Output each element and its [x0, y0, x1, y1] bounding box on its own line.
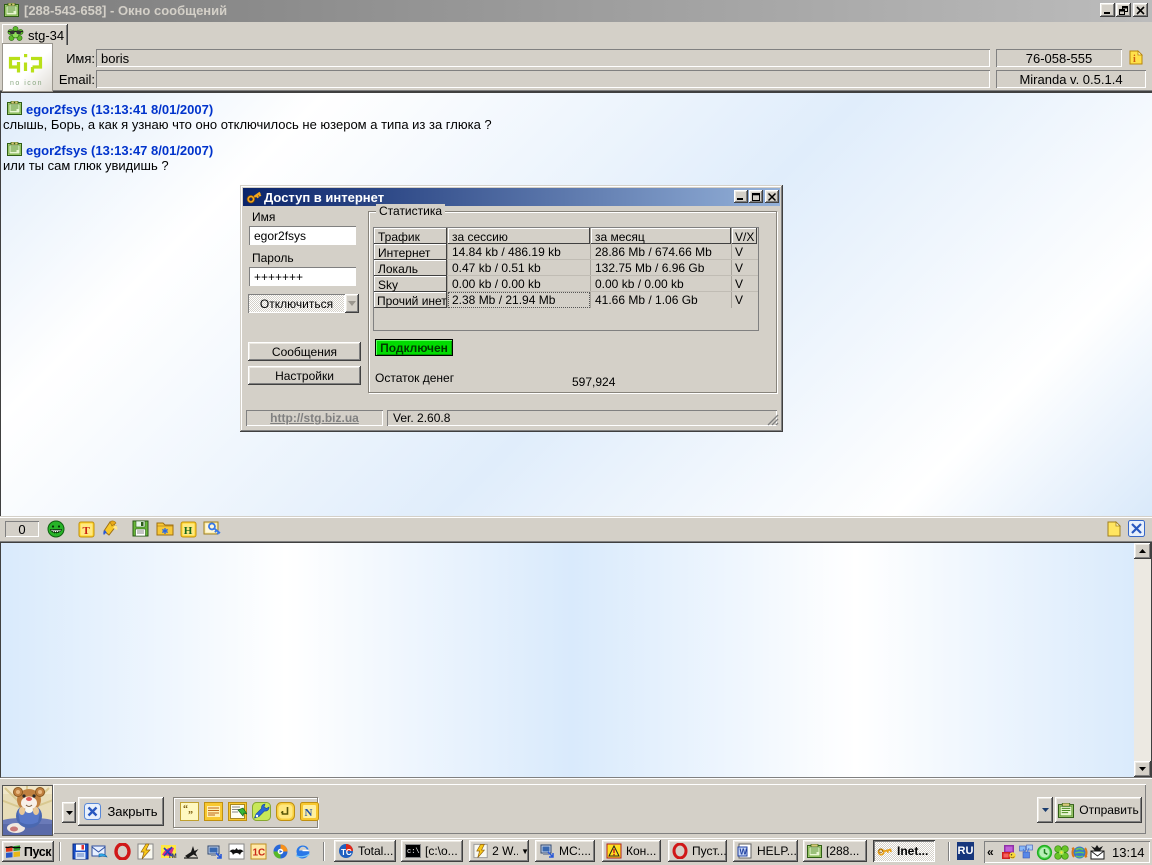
svg-text:T: T: [83, 525, 91, 537]
svg-text:i: i: [1133, 54, 1136, 65]
svg-text:c:\: c:\: [407, 848, 420, 856]
svg-text:”: ”: [188, 810, 193, 821]
svg-text:ТМ: ТМ: [168, 854, 177, 860]
svg-text:TC: TC: [341, 848, 352, 857]
svg-text:no icon: no icon: [10, 80, 43, 87]
svg-text:H: H: [184, 525, 193, 537]
svg-text:N: N: [305, 807, 313, 819]
svg-text:1С: 1С: [253, 848, 266, 859]
svg-text:W: W: [740, 848, 748, 857]
